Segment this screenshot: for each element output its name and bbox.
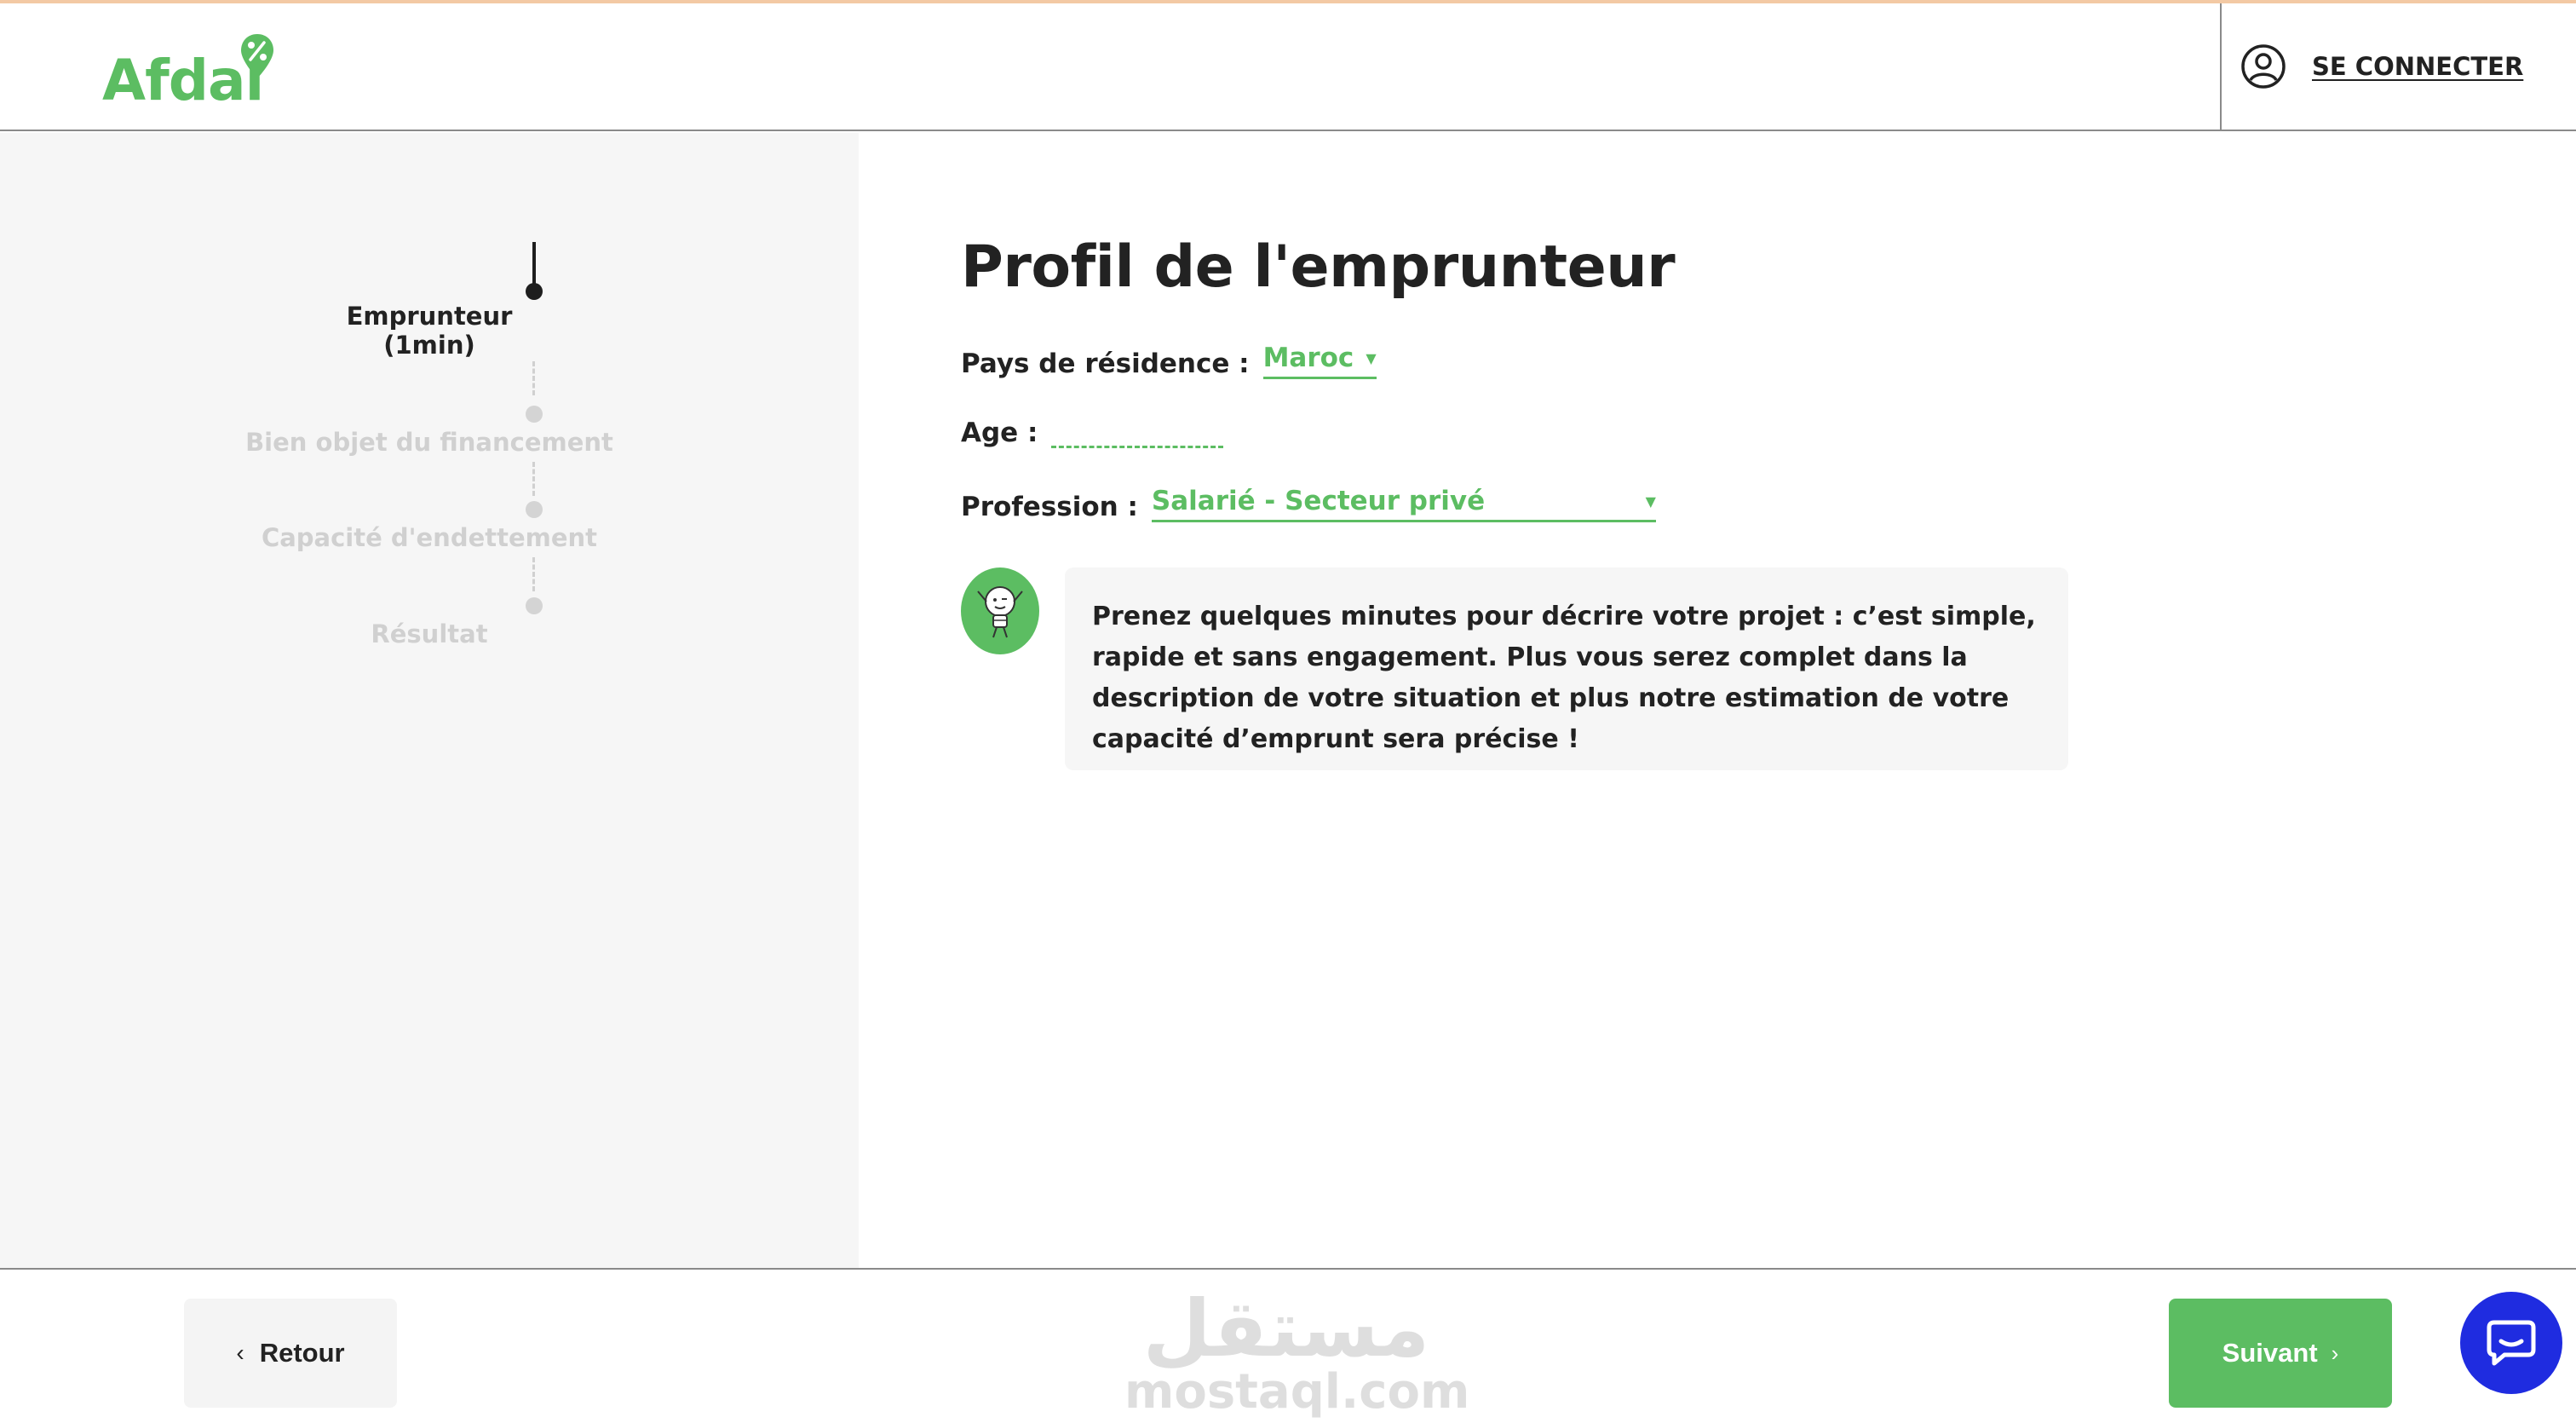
logo[interactable]: Afdal [102,34,290,114]
step-debt-capacity-label: Capacité d'endettement [261,523,598,552]
step-property[interactable]: Bien objet du financement [0,428,859,457]
age-field: Age : [961,414,1224,448]
country-value: Maroc [1262,343,1354,373]
watermark-arabic: مستقل [1142,1283,1430,1374]
back-button-label: Retour [259,1338,345,1368]
chat-button[interactable] [2460,1292,2562,1394]
caret-down-icon: ▼ [1366,349,1377,366]
country-label: Pays de résidence : [961,349,1250,379]
step-dot-property [526,406,543,423]
info-text: Prenez quelques minutes pour décrire vot… [1092,602,2036,754]
page-title: Profil de l'emprunteur [961,233,1676,301]
info-box: Prenez quelques minutes pour décrire vot… [1065,567,2068,770]
login-link[interactable]: SE CONNECTER [2240,43,2523,90]
header-divider [2220,3,2222,131]
step-connector [532,557,535,591]
percent-pin-icon [241,34,273,78]
lightbulb-mascot-icon [961,567,1039,654]
watermark: مستقل mostaql.com [1124,1268,1470,1423]
login-label: SE CONNECTER [2312,52,2524,81]
chat-bubble-icon [2487,1320,2536,1366]
step-connector [532,361,535,395]
step-result-label: Résultat [371,619,488,648]
step-property-label: Bien objet du financement [245,428,613,457]
progress-sidebar: Emprunteur (1min) Bien objet du financem… [0,133,859,1268]
step-debt-capacity[interactable]: Capacité d'endettement [0,523,859,552]
step-borrower-duration: (1min) [383,331,475,360]
chevron-right-icon: › [2331,1339,2339,1366]
step-dot-debt-capacity [526,501,543,518]
user-circle-icon [2241,44,2286,89]
header: Afdal SE CONNECTER [0,3,2576,131]
watermark-latin: mostaql.com [1124,1364,1470,1420]
back-button[interactable]: ‹ Retour [184,1299,397,1408]
profession-select[interactable]: Salarié - Secteur privé ▼ [1151,486,1656,522]
profession-value: Salarié - Secteur privé [1151,486,1486,516]
main-content: Profil de l'emprunteur Pays de résidence… [961,133,2494,1266]
age-input[interactable] [1051,414,1224,448]
profession-field: Profession : Salarié - Secteur privé ▼ [961,486,1656,522]
step-dot-result [526,597,543,614]
country-field: Pays de résidence : Maroc ▼ [961,343,1377,379]
step-result[interactable]: Résultat [0,619,859,648]
country-select[interactable]: Maroc ▼ [1262,343,1377,379]
profession-label: Profession : [961,492,1138,522]
step-dot-borrower [526,283,543,300]
age-label: Age : [961,418,1038,448]
step-borrower-label: Emprunteur [346,302,513,331]
chevron-left-icon: ‹ [236,1339,244,1366]
step-connector [532,462,535,496]
caret-down-icon: ▼ [1645,493,1656,510]
next-button[interactable]: Suivant › [2169,1299,2392,1408]
next-button-label: Suivant [2222,1338,2318,1368]
step-borrower[interactable]: Emprunteur (1min) [0,302,859,360]
